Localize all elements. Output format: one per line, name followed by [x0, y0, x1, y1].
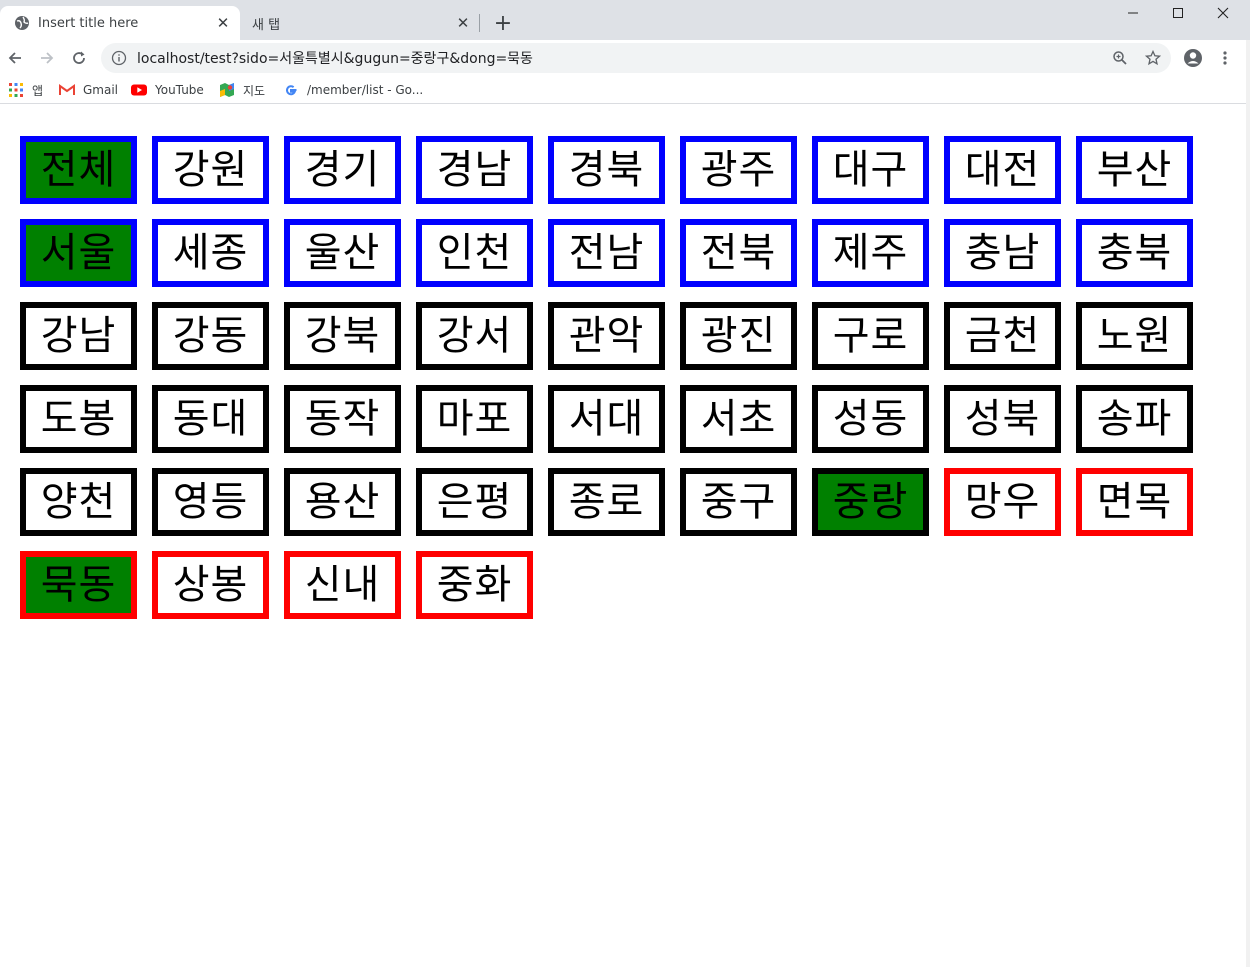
dong-button[interactable]: 신내	[284, 551, 401, 619]
window-close-button[interactable]	[1200, 0, 1246, 26]
sido-button[interactable]: 전남	[548, 219, 665, 287]
bookmark-label: Gmail	[83, 83, 119, 97]
gugun-button[interactable]: 강서	[416, 302, 533, 370]
bookmark-label: 앱	[32, 83, 44, 98]
gugun-button[interactable]: 성동	[812, 385, 929, 453]
tab-new-tab[interactable]: 새 탭 ✕	[240, 6, 480, 40]
close-icon[interactable]: ✕	[212, 12, 234, 34]
gugun-button[interactable]: 종로	[548, 468, 665, 536]
gugun-button[interactable]: 동작	[284, 385, 401, 453]
bookmarks-bar: 앱 Gmail YouTube 지도 /member/list - Go...	[0, 76, 1250, 104]
gugun-button[interactable]: 강남	[20, 302, 137, 370]
bookmark-label: /member/list - Go...	[307, 83, 424, 97]
bookmark-maps[interactable]: 지도	[219, 80, 265, 100]
bookmark-member-list[interactable]: /member/list - Go...	[283, 80, 423, 100]
sido-button[interactable]: 부산	[1076, 136, 1193, 204]
tab-insert-title[interactable]: Insert title here ✕	[0, 6, 240, 40]
gugun-button[interactable]: 광진	[680, 302, 797, 370]
dong-button[interactable]: 중화	[416, 551, 533, 619]
gugun-button[interactable]: 동대	[152, 385, 269, 453]
dong-button[interactable]: 상봉	[152, 551, 269, 619]
sido-button[interactable]: 울산	[284, 219, 401, 287]
gugun-button[interactable]: 중랑	[812, 468, 929, 536]
globe-icon	[14, 15, 30, 31]
sido-button[interactable]: 인천	[416, 219, 533, 287]
gugun-button[interactable]: 노원	[1076, 302, 1193, 370]
bookmark-label: YouTube	[155, 83, 204, 97]
gugun-button[interactable]: 강북	[284, 302, 401, 370]
sido-button[interactable]: 경남	[416, 136, 533, 204]
tab-strip: Insert title here ✕ 새 탭 ✕ +	[0, 0, 1250, 40]
gugun-button[interactable]: 서초	[680, 385, 797, 453]
youtube-icon	[131, 82, 147, 98]
scrollbar[interactable]	[1246, 40, 1250, 967]
sido-button[interactable]: 세종	[152, 219, 269, 287]
gmail-icon	[59, 82, 75, 98]
gugun-button[interactable]: 송파	[1076, 385, 1193, 453]
sido-button[interactable]: 제주	[812, 219, 929, 287]
tab-title: 새 탭	[252, 17, 281, 33]
maps-icon	[219, 82, 235, 98]
sido-button[interactable]: 대구	[812, 136, 929, 204]
apps-grid-icon	[8, 82, 24, 98]
tab-divider	[479, 14, 480, 32]
google-icon	[283, 82, 299, 98]
sido-button[interactable]: 광주	[680, 136, 797, 204]
gugun-button[interactable]: 중구	[680, 468, 797, 536]
minimize-button[interactable]	[1110, 0, 1156, 26]
gugun-button[interactable]: 영등	[152, 468, 269, 536]
menu-icon[interactable]	[1211, 44, 1239, 72]
reload-button[interactable]	[65, 44, 93, 72]
gugun-button[interactable]: 구로	[812, 302, 929, 370]
sido-button[interactable]: 대전	[944, 136, 1061, 204]
gugun-button[interactable]: 금천	[944, 302, 1061, 370]
browser-toolbar: localhost/test?sido=서울특별시&gugun=중랑구&dong…	[0, 40, 1250, 76]
gugun-button[interactable]: 강동	[152, 302, 269, 370]
star-icon[interactable]	[1139, 44, 1167, 72]
profile-icon[interactable]	[1179, 44, 1207, 72]
sido-button[interactable]: 전체	[20, 136, 137, 204]
address-bar[interactable]: localhost/test?sido=서울특별시&gugun=중랑구&dong…	[101, 43, 1171, 73]
zoom-icon[interactable]	[1106, 44, 1134, 72]
sido-button[interactable]: 경기	[284, 136, 401, 204]
gugun-button[interactable]: 서대	[548, 385, 665, 453]
gugun-button[interactable]: 용산	[284, 468, 401, 536]
bookmark-youtube[interactable]: YouTube	[131, 80, 204, 100]
bookmark-gmail[interactable]: Gmail	[59, 80, 118, 100]
tab-title: Insert title here	[38, 15, 139, 31]
sido-button[interactable]: 경북	[548, 136, 665, 204]
sido-button[interactable]: 전북	[680, 219, 797, 287]
back-button[interactable]	[1, 44, 29, 72]
gugun-button[interactable]: 은평	[416, 468, 533, 536]
close-icon[interactable]: ✕	[452, 12, 474, 34]
bookmark-apps[interactable]: 앱	[8, 80, 43, 100]
sido-button[interactable]: 충북	[1076, 219, 1193, 287]
maximize-button[interactable]	[1155, 0, 1201, 26]
url-text: localhost/test?sido=서울특별시&gugun=중랑구&dong…	[137, 51, 533, 67]
sido-button[interactable]: 서울	[20, 219, 137, 287]
gugun-button[interactable]: 도봉	[20, 385, 137, 453]
dong-button[interactable]: 묵동	[20, 551, 137, 619]
dong-button[interactable]: 면목	[1076, 468, 1193, 536]
info-icon[interactable]	[111, 50, 127, 66]
bookmark-label: 지도	[243, 83, 266, 98]
region-selector: 전체 강원 경기 경남 경북 광주 대구 대전 부산 서울 세종 울산 인천 전…	[0, 105, 1246, 967]
gugun-button[interactable]: 마포	[416, 385, 533, 453]
sido-button[interactable]: 강원	[152, 136, 269, 204]
gugun-button[interactable]: 관악	[548, 302, 665, 370]
sido-button[interactable]: 충남	[944, 219, 1061, 287]
gugun-button[interactable]: 성북	[944, 385, 1061, 453]
new-tab-button[interactable]: +	[490, 10, 516, 36]
gugun-button[interactable]: 양천	[20, 468, 137, 536]
forward-button[interactable]	[33, 44, 61, 72]
dong-button[interactable]: 망우	[944, 468, 1061, 536]
